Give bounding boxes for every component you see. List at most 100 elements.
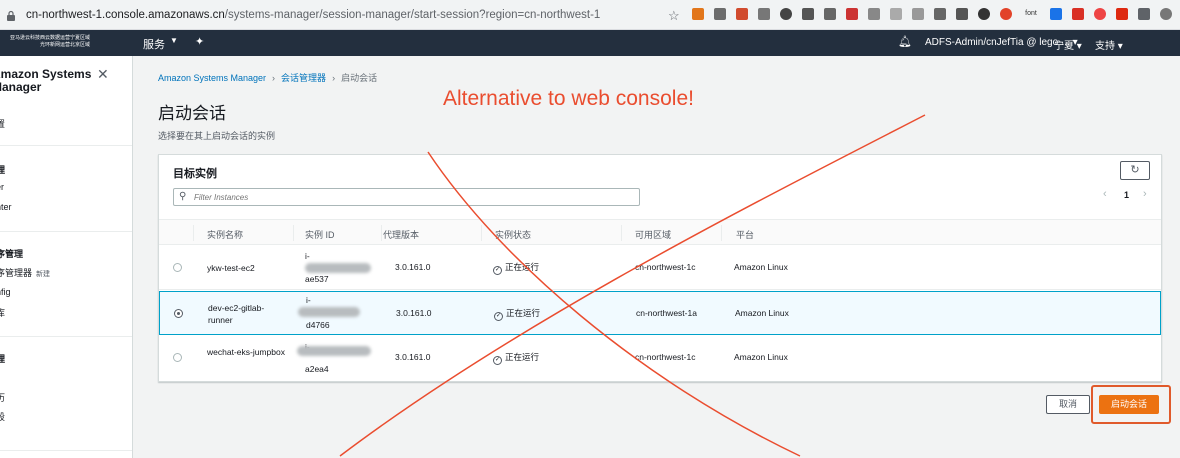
redacted-id — [305, 263, 371, 273]
extension-icon[interactable] — [1050, 8, 1062, 20]
puzzle-extensions-icon[interactable] — [1138, 8, 1150, 20]
breadcrumb-link-systems-manager[interactable]: Amazon Systems Manager — [158, 73, 266, 83]
extension-icon[interactable] — [714, 8, 726, 20]
code-extension-icon[interactable] — [912, 8, 924, 20]
check-circle-icon: ✓ — [493, 266, 502, 275]
table-row[interactable]: ykw-test-ec2 i- ae537 3.0.161.0 ✓ 正在运行 cn… — [159, 246, 1161, 290]
metamask-extension-icon[interactable] — [692, 8, 704, 20]
previous-page-icon[interactable]: ‹ — [1103, 188, 1107, 200]
flag-extension-icon[interactable] — [1116, 8, 1128, 20]
column-header-agent-version[interactable]: 代理版本 — [383, 228, 419, 241]
platform: Amazon Linux — [734, 262, 788, 272]
column-header-state[interactable]: 实例状态 — [495, 228, 531, 241]
camera-extension-icon[interactable] — [758, 8, 770, 20]
table-row-selected[interactable]: dev-ec2-gitlab-runner i- d4766 3.0.161.0… — [159, 291, 1161, 335]
close-icon[interactable]: ✕ — [97, 66, 109, 83]
sidebar-item[interactable]: 置 — [0, 117, 5, 130]
column-divider — [193, 225, 194, 241]
row-radio-selected[interactable] — [174, 309, 183, 318]
extension-icon[interactable] — [780, 8, 792, 20]
column-divider — [481, 225, 482, 241]
extension-icon[interactable] — [1072, 8, 1084, 20]
refresh-icon: ↻ — [1130, 164, 1140, 176]
extension-icon[interactable] — [846, 8, 858, 20]
sidebar-title: Amazon Systems Manager — [0, 67, 92, 94]
sidebar-item[interactable]: 历 — [0, 391, 5, 404]
row-radio[interactable] — [173, 353, 182, 362]
next-page-icon[interactable]: › — [1143, 188, 1147, 200]
column-divider — [381, 225, 382, 241]
extension-icon[interactable] — [1094, 8, 1106, 20]
services-menu-button[interactable]: 服务 — [143, 36, 165, 52]
sidebar-item[interactable]: nfig — [0, 287, 11, 297]
cancel-button[interactable]: 取消 — [1046, 395, 1090, 414]
instance-id-suffix: ae537 — [305, 274, 329, 284]
logo-line-2: 西云数据运营宁夏区域 — [40, 35, 91, 41]
availability-zone: cn-northwest-1a — [636, 308, 697, 318]
main-content: Amazon Systems Manager › 会话管理器 › 启动会话 启动会话 选… — [133, 56, 1180, 458]
screenshot-root: cn-northwest-1.console.amazonaws.cn/syst… — [0, 0, 1180, 458]
breadcrumb-link-session-manager[interactable]: 会话管理器 — [281, 73, 326, 83]
github-extension-icon[interactable] — [978, 8, 990, 20]
instance-id-suffix: d4766 — [306, 320, 330, 330]
instance-name: ykw-test-ec2 — [207, 263, 255, 273]
filter-instances-input[interactable] — [194, 191, 634, 203]
sidebar-section-heading: 理 — [0, 352, 5, 365]
url-field[interactable]: cn-northwest-1.console.amazonaws.cn/syst… — [26, 9, 600, 21]
sidebar-item[interactable]: 序管理器新建 — [0, 266, 50, 279]
extension-icon[interactable] — [1000, 8, 1012, 20]
extension-icon[interactable] — [956, 8, 968, 20]
instance-id-suffix: a2ea4 — [305, 364, 329, 374]
extension-icon[interactable] — [824, 8, 836, 20]
profile-avatar-icon[interactable] — [1160, 8, 1172, 20]
bell-icon[interactable]: 🔔︎ — [898, 35, 912, 48]
table-row[interactable]: wechat-eks-jumpbox i- a2ea4 3.0.161.0 ✓正… — [159, 336, 1161, 380]
sidebar-divider — [0, 450, 132, 451]
agent-version: 3.0.161.0 — [395, 352, 431, 362]
filter-box: ⚲ — [173, 188, 640, 206]
sidebar-item[interactable]: 库 — [0, 306, 5, 319]
new-badge: 新建 — [36, 271, 51, 278]
breadcrumb-current: 启动会话 — [341, 73, 378, 83]
region-label: 宁夏 — [1054, 41, 1074, 52]
column-header-name[interactable]: 实例名称 — [207, 228, 243, 241]
extension-icon[interactable] — [934, 8, 946, 20]
column-header-platform[interactable]: 平台 — [736, 228, 754, 241]
aws-top-nav: 亚马逊云科技 西云数据运营宁夏区域 光环新网运营北京区域 服务 ▼ ✦ 🔔︎ A… — [0, 30, 1180, 56]
extension-icon[interactable] — [802, 8, 814, 20]
sidebar-item[interactable]: er — [0, 182, 4, 192]
extension-icon[interactable] — [890, 8, 902, 20]
agent-version: 3.0.161.0 — [395, 262, 431, 272]
pin-icon[interactable]: ✦ — [195, 35, 204, 48]
sidebar-item[interactable]: 段 — [0, 410, 5, 423]
extension-icon[interactable] — [868, 8, 880, 20]
row-radio[interactable] — [173, 263, 182, 272]
chevron-down-icon: ▼ — [170, 36, 178, 45]
sidebar-item[interactable]: nter — [0, 202, 12, 212]
column-header-az[interactable]: 可用区域 — [635, 228, 671, 241]
column-divider — [293, 225, 294, 241]
extension-icon[interactable] — [736, 8, 748, 20]
url-host: cn-northwest-1.console.amazonaws.cn — [26, 9, 225, 21]
font-extension-icon[interactable]: font — [1022, 8, 1040, 20]
check-circle-icon: ✓ — [494, 312, 503, 321]
instance-name: wechat-eks-jumpbox — [207, 347, 285, 357]
instance-id-prefix: i- — [305, 251, 310, 261]
region-menu-button[interactable]: 宁夏 ▾ — [1054, 37, 1082, 52]
column-divider — [621, 225, 622, 241]
check-circle-icon: ✓ — [493, 356, 502, 365]
instance-name: dev-ec2-gitlab-runner — [208, 303, 265, 325]
support-menu-button[interactable]: 支持 ▾ — [1095, 37, 1123, 52]
sidebar-divider — [0, 336, 132, 337]
platform: Amazon Linux — [735, 308, 789, 318]
chevron-right-icon: › — [272, 73, 276, 83]
aws-logo[interactable]: 亚马逊云科技 西云数据运营宁夏区域 光环新网运营北京区域 — [10, 35, 100, 51]
page-number[interactable]: 1 — [1124, 190, 1129, 200]
redacted-id — [297, 346, 371, 356]
refresh-button[interactable]: ↻ — [1120, 161, 1150, 180]
page-title: 启动会话 — [158, 104, 226, 123]
instance-state: ✓ 正在运行 — [493, 261, 539, 275]
bookmark-star-icon[interactable]: ☆ — [668, 8, 680, 24]
column-header-id[interactable]: 实例 ID — [305, 228, 335, 241]
instance-state: ✓ 正在运行 — [493, 351, 539, 365]
